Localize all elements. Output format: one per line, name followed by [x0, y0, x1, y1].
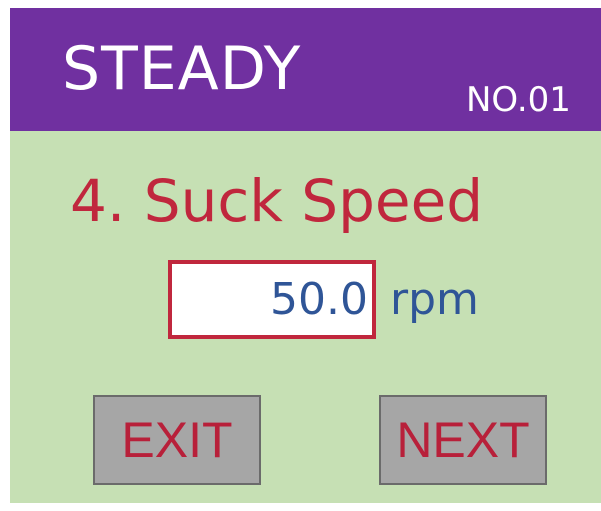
hmi-screen: STEADY NO.01 4. Suck Speed 50.0 rpm EXIT… [10, 8, 601, 503]
exit-button[interactable]: EXIT [93, 395, 261, 485]
unit-number: NO.01 [466, 80, 571, 120]
step-title: 4. Suck Speed [70, 167, 484, 235]
speed-unit-label: rpm [390, 274, 479, 325]
mode-title: STEADY [62, 34, 302, 104]
speed-value-field[interactable]: 50.0 [168, 260, 376, 339]
header-bar: STEADY NO.01 [10, 8, 601, 131]
next-button[interactable]: NEXT [379, 395, 547, 485]
